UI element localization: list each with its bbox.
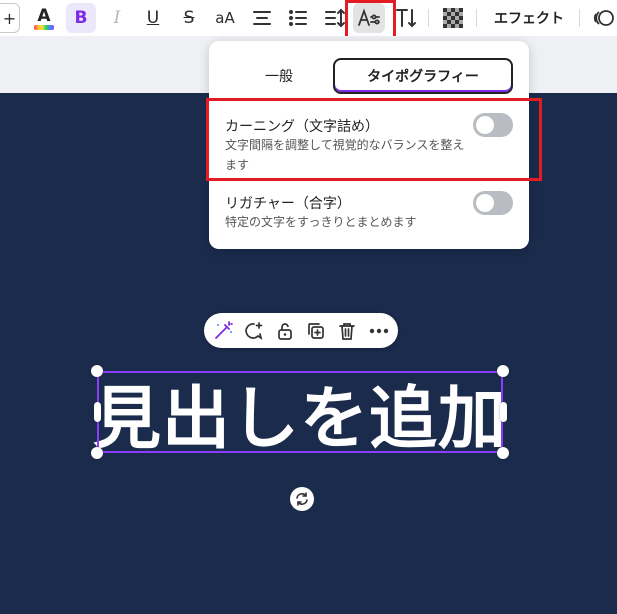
line-spacing-icon: [325, 8, 345, 28]
tab-general[interactable]: 一般: [219, 58, 339, 94]
highlight-box-kerning: [206, 98, 542, 181]
rotate-handle[interactable]: [290, 487, 314, 511]
bold-button[interactable]: B: [66, 3, 96, 33]
text-color-letter: A: [37, 5, 51, 26]
underline-button[interactable]: U: [140, 3, 166, 33]
duplicate-button[interactable]: [303, 318, 329, 344]
magic-wand-icon: [215, 321, 233, 339]
align-center-icon: [253, 11, 271, 25]
strikethrough-button[interactable]: S: [176, 3, 202, 33]
ligature-description: 特定の文字をすっきりとまとめます: [225, 215, 417, 229]
magic-edit-button[interactable]: [210, 318, 236, 344]
lock-button[interactable]: [272, 318, 298, 344]
vertical-text-button[interactable]: [392, 3, 420, 33]
animate-icon: [593, 10, 614, 26]
trash-icon: [339, 323, 355, 340]
toggle-knob: [476, 194, 494, 212]
italic-button[interactable]: I: [104, 3, 130, 33]
plus-label: +: [2, 8, 17, 28]
transparency-button[interactable]: [440, 3, 466, 33]
toolbar-divider: [476, 9, 477, 27]
more-dots-icon: [369, 328, 389, 334]
comment-add-icon: [245, 322, 263, 340]
unlock-icon: [278, 323, 292, 340]
resize-handle-left[interactable]: [94, 402, 101, 422]
bullet-list-icon: [289, 10, 307, 26]
animate-button[interactable]: [590, 3, 617, 33]
duplicate-icon: [308, 323, 324, 339]
rotate-icon: [296, 492, 308, 506]
resize-handle-bottom-right[interactable]: [497, 447, 509, 459]
transparency-icon: [443, 8, 463, 28]
toolbar-divider: [579, 9, 580, 27]
effects-button[interactable]: エフェクト: [486, 3, 572, 33]
delete-button[interactable]: [334, 318, 360, 344]
align-center-button[interactable]: [248, 3, 276, 33]
comment-button[interactable]: [241, 318, 267, 344]
resize-handle-bottom-left[interactable]: [91, 447, 103, 459]
resize-handle-top-left[interactable]: [91, 365, 103, 377]
element-context-toolbar: [204, 313, 398, 348]
letter-case-button[interactable]: aA: [210, 3, 240, 33]
resize-handle-top-right[interactable]: [497, 365, 509, 377]
ligature-toggle[interactable]: [473, 191, 513, 215]
resize-handle-right[interactable]: [500, 402, 507, 422]
text-toolbar: + A B I U S aA エフェクト: [0, 0, 617, 36]
vertical-text-icon: [396, 9, 416, 28]
bullet-list-button[interactable]: [284, 3, 312, 33]
ligature-title: リガチャー（合字）: [225, 196, 351, 212]
toolbar-divider: [428, 9, 429, 27]
selection-frame: [97, 371, 503, 453]
tab-typography[interactable]: タイポグラフィー: [333, 58, 513, 94]
text-color-button[interactable]: A: [31, 3, 57, 33]
more-options-button[interactable]: [366, 318, 392, 344]
add-button[interactable]: +: [0, 3, 20, 33]
rainbow-color-bar: [34, 24, 54, 30]
